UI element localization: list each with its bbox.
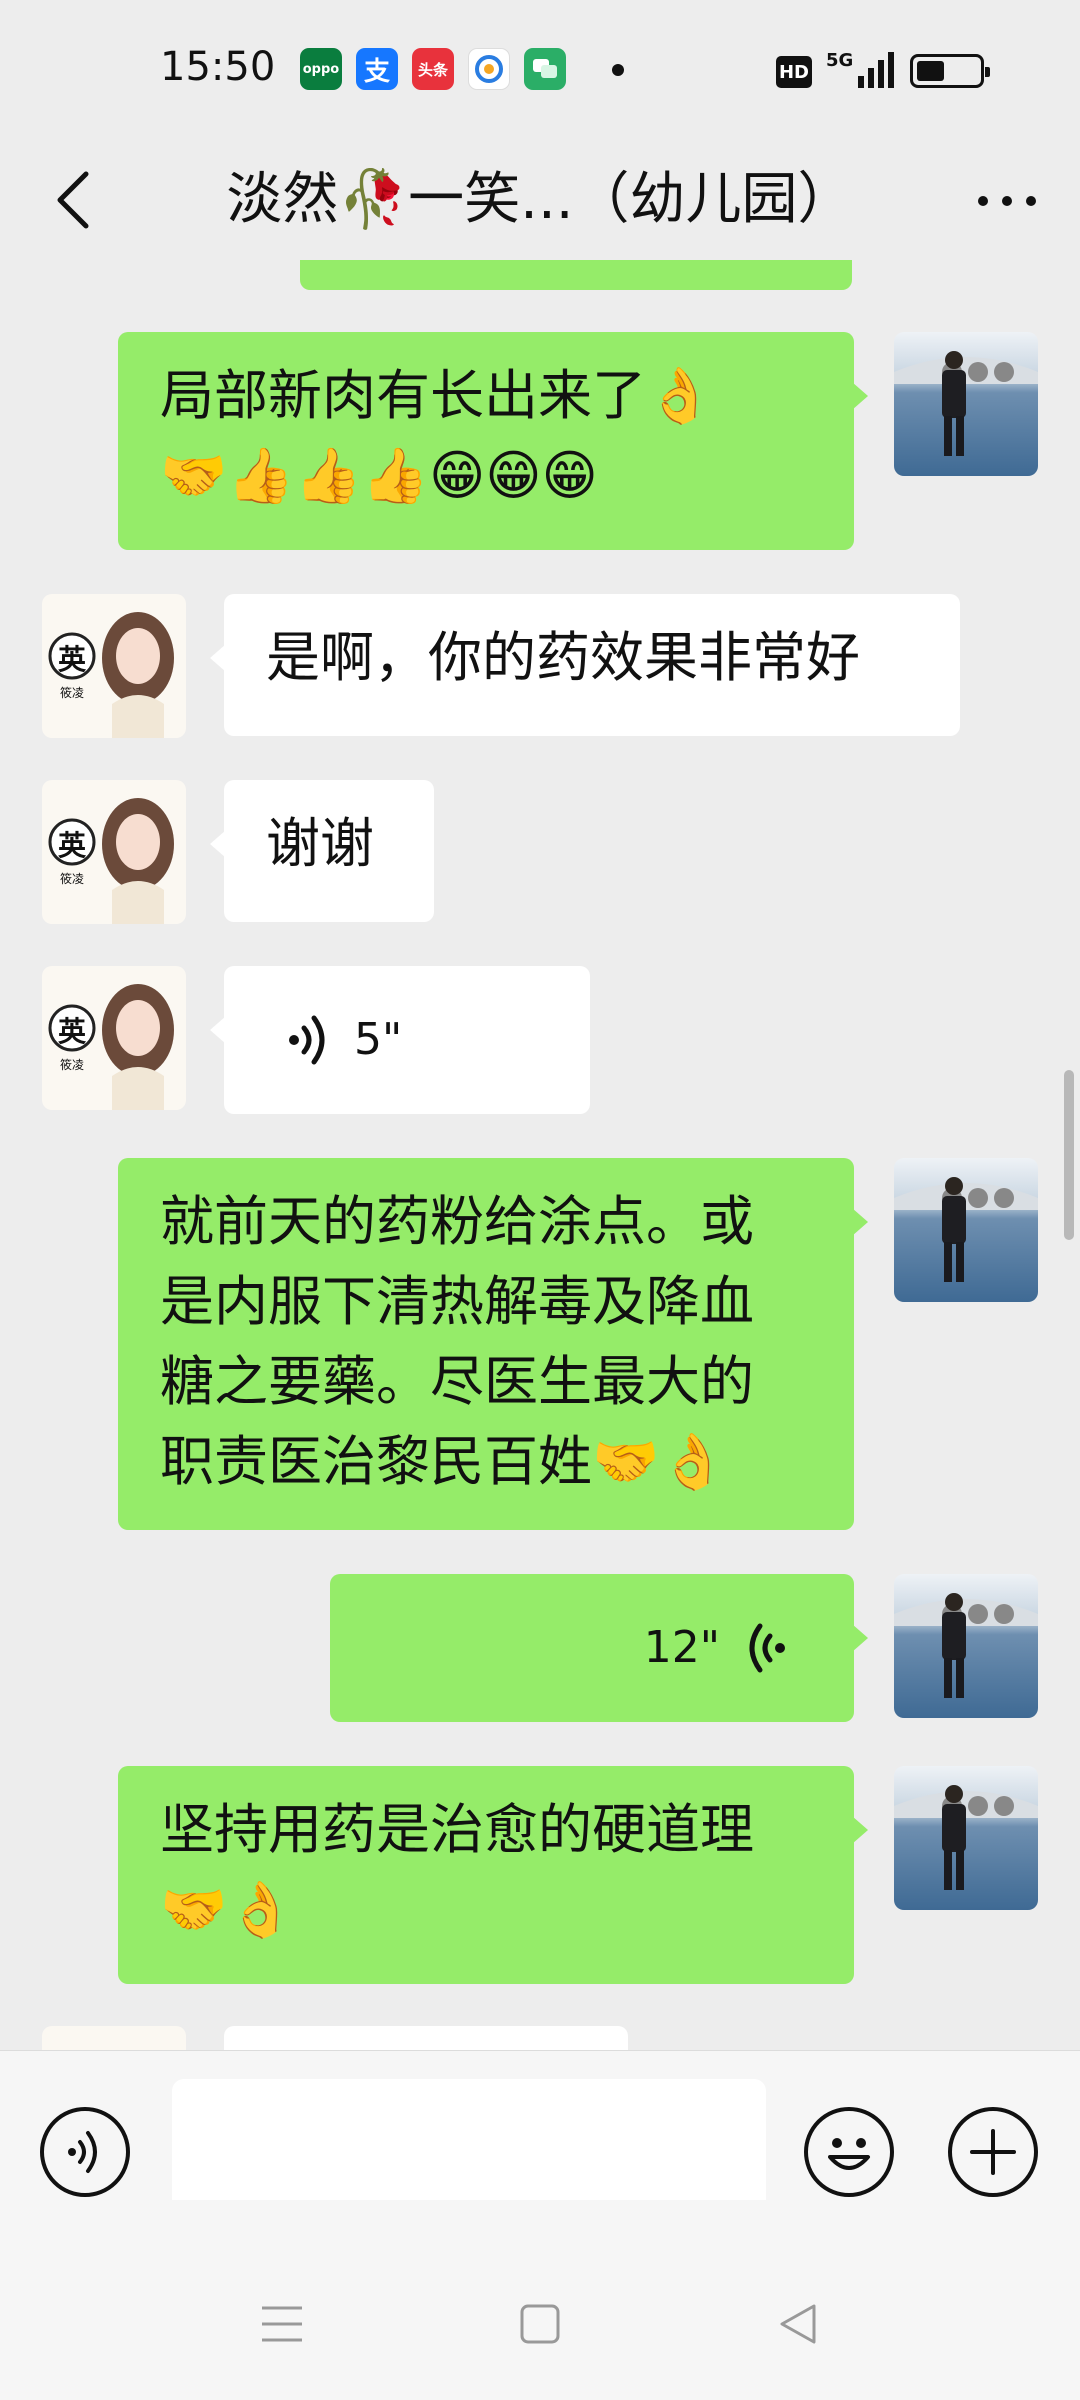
partial-message-bubble — [300, 260, 852, 290]
avatar-name-text: 筱凌 — [59, 872, 84, 886]
browser-app-icon — [468, 48, 510, 90]
network-type: 5G — [826, 50, 854, 71]
message-line: 是啊，你的药效果非常好 — [266, 626, 860, 689]
message-line: 是内服下清热解毒及降血 — [160, 1270, 754, 1333]
voice-icon — [68, 2131, 97, 2173]
more-functions-button[interactable] — [948, 2107, 1038, 2197]
emoji-button[interactable] — [804, 2107, 894, 2197]
voice-duration: 5" — [354, 1014, 403, 1065]
message-bubble[interactable]: 是啊，你的药效果非常好 — [210, 594, 960, 736]
message-line: 坚持用药是治愈的硬道理 — [160, 1798, 754, 1861]
chat-header: 淡然🥀一笑...（幼儿园） — [0, 140, 1080, 260]
status-time: 15:50 — [160, 44, 276, 90]
voice-duration: 12" — [643, 1622, 720, 1673]
message-line: 就前天的药粉给涂点。或 — [160, 1190, 754, 1253]
message-line: 🤝👌 — [160, 1878, 295, 1941]
menu-icon[interactable] — [258, 2300, 306, 2348]
message-line: 糖之要藥。尽医生最大的 — [160, 1350, 754, 1413]
voice-input-button[interactable] — [40, 2107, 130, 2197]
my-avatar[interactable] — [894, 1766, 1038, 1910]
toutiao-app-icon: 头条 — [412, 48, 454, 90]
chat-title: 淡然🥀一笑...（幼儿园） — [226, 168, 854, 232]
message-bubble[interactable]: 局部新肉有长出来了👌 🤝👍👍👍😁😁😁 — [118, 332, 868, 550]
battery-fill — [917, 61, 944, 81]
contact-avatar[interactable]: 英 筱凌 — [42, 594, 186, 738]
status-bar: 15:50 oppo 支 头条 HD 5G — [0, 0, 1080, 140]
avatar-name-text: 筱凌 — [59, 686, 84, 700]
my-avatar[interactable] — [894, 332, 1038, 476]
message-bubble[interactable]: 就前天的药粉给涂点。或 是内服下清热解毒及降血 糖之要藥。尽医生最大的 职责医治… — [118, 1158, 868, 1530]
message-line: 局部新肉有长出来了👌 — [160, 364, 714, 427]
avatar-badge-text: 英 — [57, 1015, 86, 1048]
message-bubble[interactable]: 坚持用药是治愈的硬道理 🤝👌 — [118, 1766, 868, 1984]
voice-bubble[interactable]: 5" — [210, 966, 590, 1114]
my-avatar[interactable] — [894, 1158, 1038, 1302]
plus-icon — [970, 2129, 1016, 2175]
battery-nub — [985, 67, 990, 77]
message-list[interactable]: 局部新肉有长出来了👌 🤝👍👍👍😁😁😁 英 筱凌 是啊，你的药效果非常好 英 筱凌… — [0, 260, 1080, 2050]
back-icon[interactable] — [46, 168, 110, 232]
home-icon[interactable] — [516, 2300, 564, 2348]
notification-app-icons: oppo 支 头条 — [300, 48, 566, 90]
alipay-app-icon: 支 — [356, 48, 398, 90]
voice-wave-icon — [749, 1623, 785, 1673]
avatar-badge-text: 英 — [57, 829, 86, 862]
voice-wave-icon — [289, 1015, 325, 1065]
system-nav-bar — [0, 2200, 1080, 2400]
battery-icon — [910, 54, 990, 88]
avatar-badge-text: 英 — [57, 643, 86, 676]
message-line: 🤝👍👍👍😁😁😁 — [160, 444, 598, 507]
message-line: 谢谢 — [266, 812, 374, 875]
signal-icon — [858, 52, 894, 88]
notification-dot — [612, 64, 624, 76]
partial-message-bubble — [224, 2026, 628, 2050]
voice-bubble[interactable]: 12" — [330, 1574, 868, 1722]
message-line: 职责医治黎民百姓🤝👌 — [160, 1430, 727, 1493]
avatar-name-text: 筱凌 — [59, 1058, 84, 1072]
oppo-app-icon: oppo — [300, 48, 342, 90]
message-bubble[interactable]: 谢谢 — [210, 780, 434, 922]
more-options-icon[interactable] — [978, 196, 1036, 206]
scrollbar[interactable] — [1064, 1070, 1074, 1240]
my-avatar[interactable] — [894, 1574, 1038, 1718]
contact-avatar[interactable] — [42, 2026, 186, 2050]
wechat-app-icon — [524, 48, 566, 90]
emoji-icon — [828, 2138, 870, 2170]
contact-avatar[interactable]: 英 筱凌 — [42, 966, 186, 1110]
back-nav-icon[interactable] — [774, 2300, 822, 2348]
contact-avatar[interactable]: 英 筱凌 — [42, 780, 186, 924]
hd-voice-icon: HD — [776, 56, 812, 88]
message-input[interactable] — [172, 2079, 766, 2219]
